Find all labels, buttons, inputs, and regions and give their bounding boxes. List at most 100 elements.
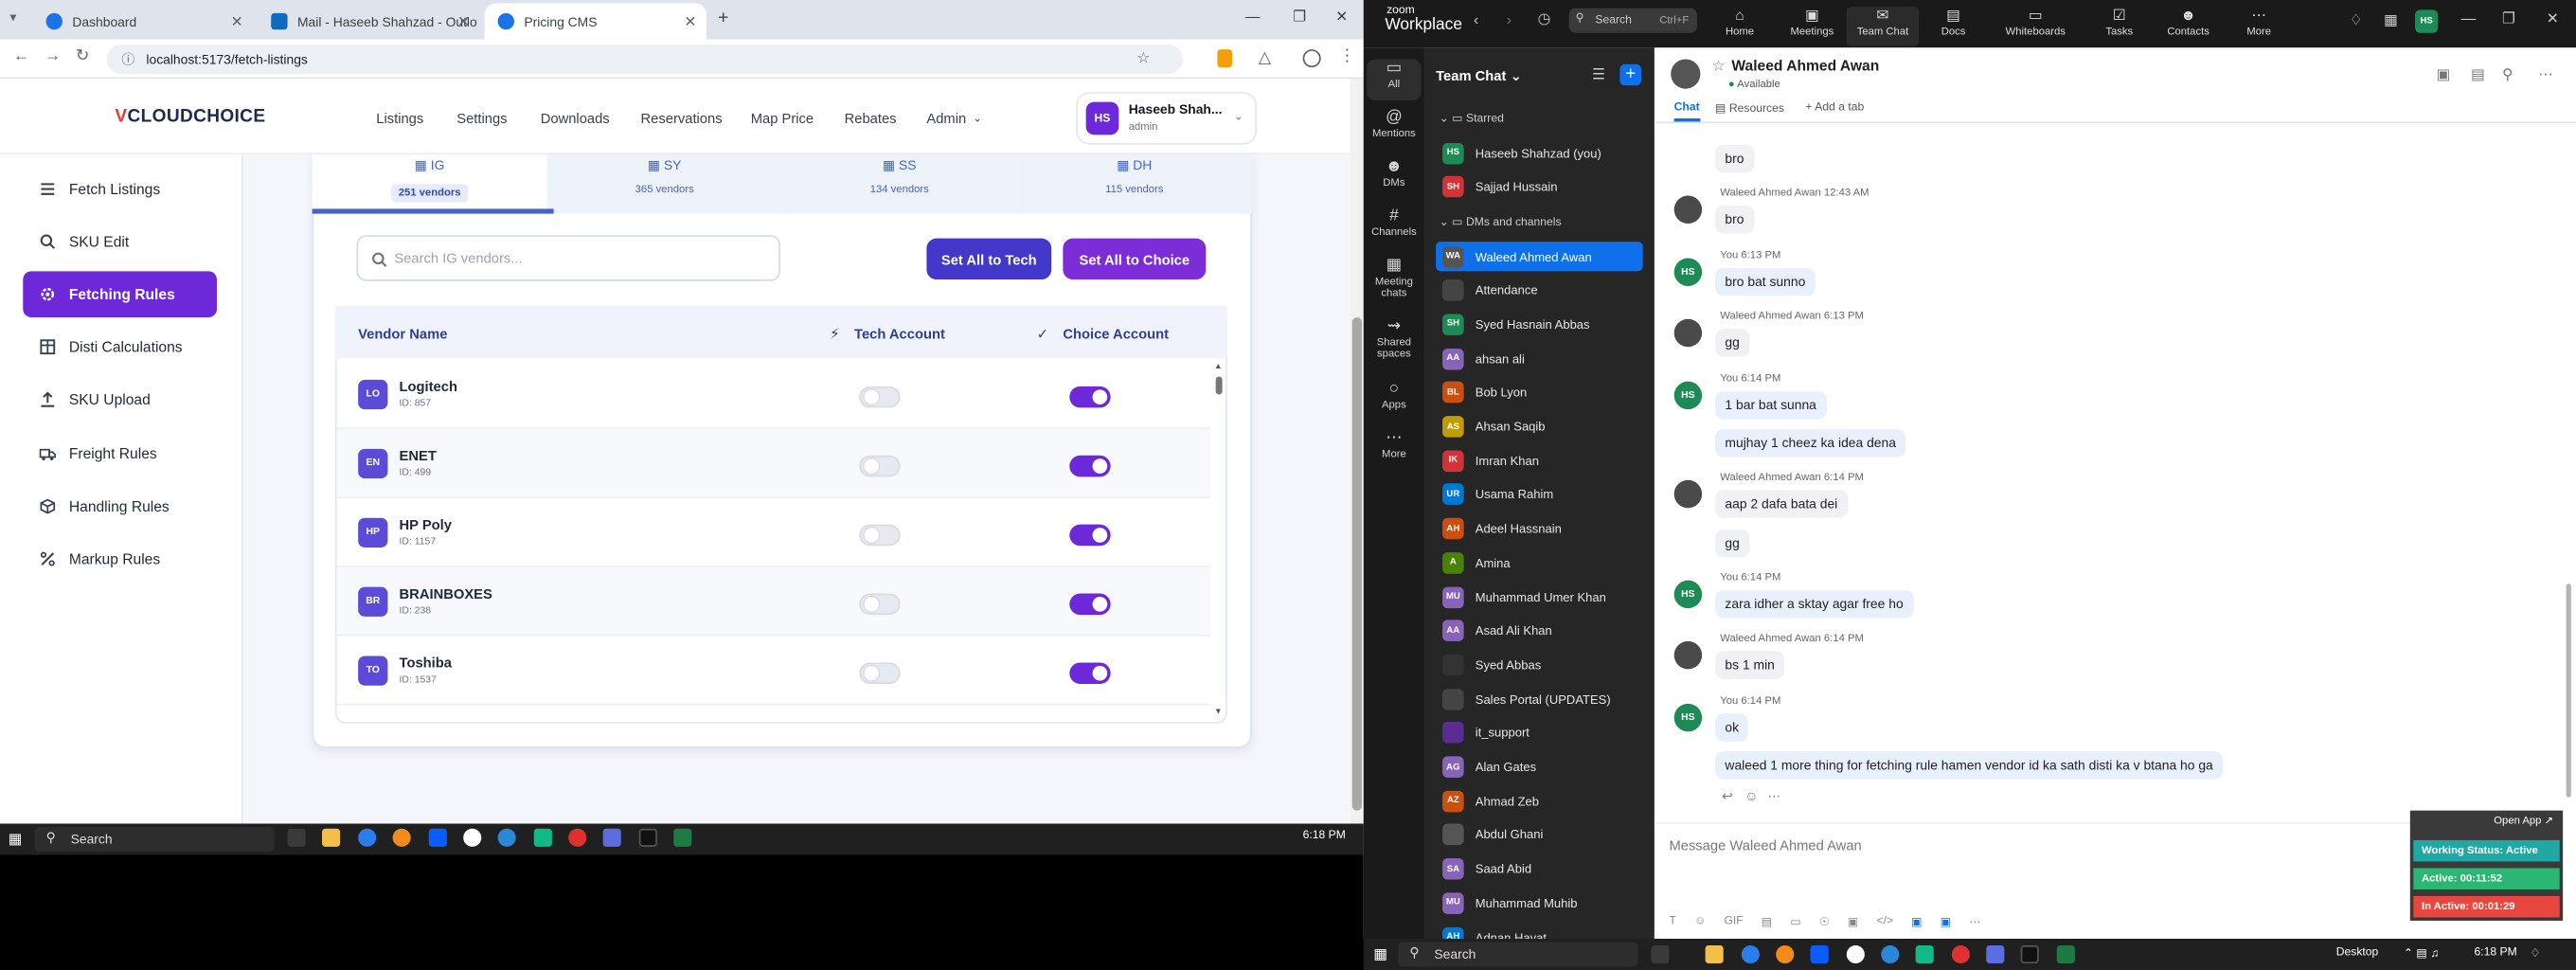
starred-section-header[interactable]: ⌄ ▭ Starred: [1440, 112, 1504, 125]
open-app-link[interactable]: Open App ↗: [2494, 814, 2553, 827]
message-bubble[interactable]: mujhay 1 cheez ka idea dena: [1715, 428, 1906, 458]
zoom-search-input[interactable]: ⚲ Search Ctrl+F: [1568, 8, 1697, 33]
vendor-tab-dh[interactable]: ▦ DH 115 vendors: [1016, 154, 1252, 214]
zoom-tab-docs[interactable]: ▤ Docs: [1917, 7, 1989, 38]
app-icon[interactable]: [1881, 944, 1900, 964]
maximize-icon[interactable]: ❐: [2502, 9, 2515, 27]
message-bubble[interactable]: gg: [1715, 329, 1750, 357]
sidebar-item-handling-rules[interactable]: Handling Rules: [23, 483, 217, 530]
maximize-icon[interactable]: ❐: [1293, 9, 1306, 27]
desktop-label[interactable]: Desktop: [2336, 947, 2379, 959]
tab-resources[interactable]: ▤ Resources: [1715, 102, 1784, 115]
windows-start-icon[interactable]: ▦: [1373, 945, 1387, 963]
set-all-tech-button[interactable]: Set All to Tech: [926, 238, 1052, 280]
avatar[interactable]: [1673, 318, 1703, 348]
zoom-tab-home[interactable]: ⌂ Home: [1704, 7, 1776, 38]
rail-all[interactable]: ▭ All: [1367, 59, 1422, 100]
more-options-icon[interactable]: ⋯: [2538, 65, 2553, 83]
avatar[interactable]: [1673, 195, 1703, 225]
screen-share-icon[interactable]: ▤: [2471, 65, 2485, 83]
file-explorer-icon[interactable]: [1705, 944, 1724, 964]
contact-list-item[interactable]: AA ahsan ali: [1436, 344, 1643, 373]
emoji-icon[interactable]: ☺: [1744, 789, 1758, 804]
avatar[interactable]: HS: [1673, 703, 1703, 732]
zoom-icon[interactable]: [1810, 944, 1829, 964]
contact-list-item[interactable]: WA Waleed Ahmed Awan: [1436, 242, 1643, 272]
contact-list-item[interactable]: SH Sajjad Hussain: [1436, 172, 1643, 202]
windows-start-icon[interactable]: ▦: [9, 830, 23, 848]
tech-account-toggle[interactable]: [859, 455, 901, 477]
message-input[interactable]: Message Waleed Ahmed Awan: [1669, 836, 1861, 853]
filter-icon[interactable]: ☰: [1592, 65, 1605, 83]
back-icon[interactable]: ‹: [1474, 11, 1478, 27]
dms-section-header[interactable]: ⌄ ▭ DMs and channels: [1440, 215, 1562, 228]
browser-menu-icon[interactable]: ⋮: [1339, 47, 1355, 65]
nav-settings[interactable]: Settings: [456, 110, 507, 126]
contact-list-item[interactable]: A Amina: [1436, 548, 1643, 577]
format-icon[interactable]: T: [1669, 916, 1675, 929]
site-info-icon[interactable]: ⓘ: [121, 51, 134, 69]
taskbar-search[interactable]: ⚲ Search: [1398, 942, 1638, 967]
contact-list-item[interactable]: HS Haseeb Shahzad (you): [1436, 138, 1643, 168]
nav-admin[interactable]: Admin: [926, 110, 966, 126]
choice-account-toggle[interactable]: [1069, 455, 1111, 477]
choice-account-toggle[interactable]: [1069, 386, 1111, 408]
history-icon[interactable]: ◷: [1538, 9, 1551, 27]
star-icon[interactable]: ☆: [1712, 58, 1726, 76]
choice-account-toggle[interactable]: [1069, 524, 1111, 547]
contact-list-item[interactable]: Syed Abbas: [1436, 650, 1643, 679]
video-call-icon[interactable]: ▣: [2437, 65, 2451, 83]
nav-listings[interactable]: Listings: [376, 110, 423, 126]
message-bubble[interactable]: zara idher a sktay agar free ho: [1715, 590, 1914, 619]
vendor-tab-ss[interactable]: ▦ SS 134 vendors: [781, 154, 1017, 214]
close-tab-icon[interactable]: ✕: [684, 13, 696, 31]
sidebar-item-fetch-listings[interactable]: Fetch Listings: [23, 166, 217, 212]
rail-apps[interactable]: ○ Apps: [1367, 380, 1421, 411]
tech-account-toggle[interactable]: [859, 524, 901, 547]
system-tray-icons[interactable]: ⌃ ▤ ♫: [2404, 947, 2440, 960]
app-icon[interactable]: [1915, 944, 1934, 964]
contact-list-item[interactable]: SH Syed Hasnain Abbas: [1436, 310, 1643, 339]
video-icon[interactable]: ▣: [1848, 916, 1858, 928]
tech-account-toggle[interactable]: [859, 386, 901, 408]
message-bubble[interactable]: bs 1 min: [1715, 651, 1785, 679]
chrome-icon[interactable]: [358, 828, 377, 847]
firefox-icon[interactable]: [1776, 944, 1795, 964]
contact-list-item[interactable]: it_support: [1436, 718, 1643, 747]
contact-list-item[interactable]: AZ Ahmad Zeb: [1436, 786, 1643, 816]
reply-icon[interactable]: ↩: [1722, 789, 1733, 804]
avatar[interactable]: [1671, 59, 1701, 89]
rail-shared-spaces[interactable]: ⇝ Shared spaces: [1367, 317, 1421, 360]
zoom-tab-meetings[interactable]: ▣ Meetings: [1776, 7, 1848, 38]
minimize-icon[interactable]: —: [1245, 9, 1261, 25]
app-icon[interactable]: [1951, 944, 1970, 964]
contact-list-item[interactable]: MU Muhammad Muhib: [1436, 889, 1643, 918]
zoom-tab-team-chat[interactable]: ✉ Team Chat: [1846, 6, 1920, 46]
task-view-icon[interactable]: [287, 828, 306, 847]
app-icon[interactable]: [602, 828, 621, 847]
bell-icon[interactable]: ♢: [2350, 11, 2363, 29]
nav-reservations[interactable]: Reservations: [641, 110, 723, 126]
zoom-tab-whiteboards[interactable]: ▭ Whiteboards: [1997, 7, 2073, 38]
team-chat-title[interactable]: Team Chat ⌄: [1436, 67, 1522, 85]
bookmark-star-icon[interactable]: ☆: [1136, 49, 1150, 67]
message-bubble[interactable]: bro: [1715, 144, 1754, 173]
nav-map-price[interactable]: Map Price: [751, 110, 814, 126]
gif-icon[interactable]: GIF: [1724, 916, 1743, 929]
contact-list-item[interactable]: Sales Portal (UPDATES): [1436, 684, 1643, 713]
contact-list-item[interactable]: Attendance: [1436, 276, 1643, 305]
app-icon[interactable]: [1986, 944, 2005, 964]
close-tab-icon[interactable]: ✕: [231, 13, 243, 31]
rail-meeting-chats[interactable]: ▦ Meeting chats: [1367, 257, 1421, 299]
tab-add-a-tab[interactable]: + Add a tab: [1805, 102, 1864, 114]
reload-icon[interactable]: ↻: [76, 47, 90, 65]
zoom-tab-tasks[interactable]: ☑ Tasks: [2084, 7, 2156, 38]
chat-contact-name[interactable]: Waleed Ahmed Awan: [1731, 58, 1879, 74]
rail-more[interactable]: ⋯ More: [1367, 429, 1421, 460]
close-tab-icon[interactable]: ✕: [457, 13, 470, 31]
new-chat-button[interactable]: +: [1619, 63, 1641, 86]
rail-mentions[interactable]: @ Mentions: [1367, 109, 1421, 140]
contact-list-item[interactable]: MU Muhammad Umer Khan: [1436, 582, 1643, 611]
close-window-icon[interactable]: ✕: [1335, 9, 1348, 27]
firefox-icon[interactable]: [392, 828, 411, 847]
